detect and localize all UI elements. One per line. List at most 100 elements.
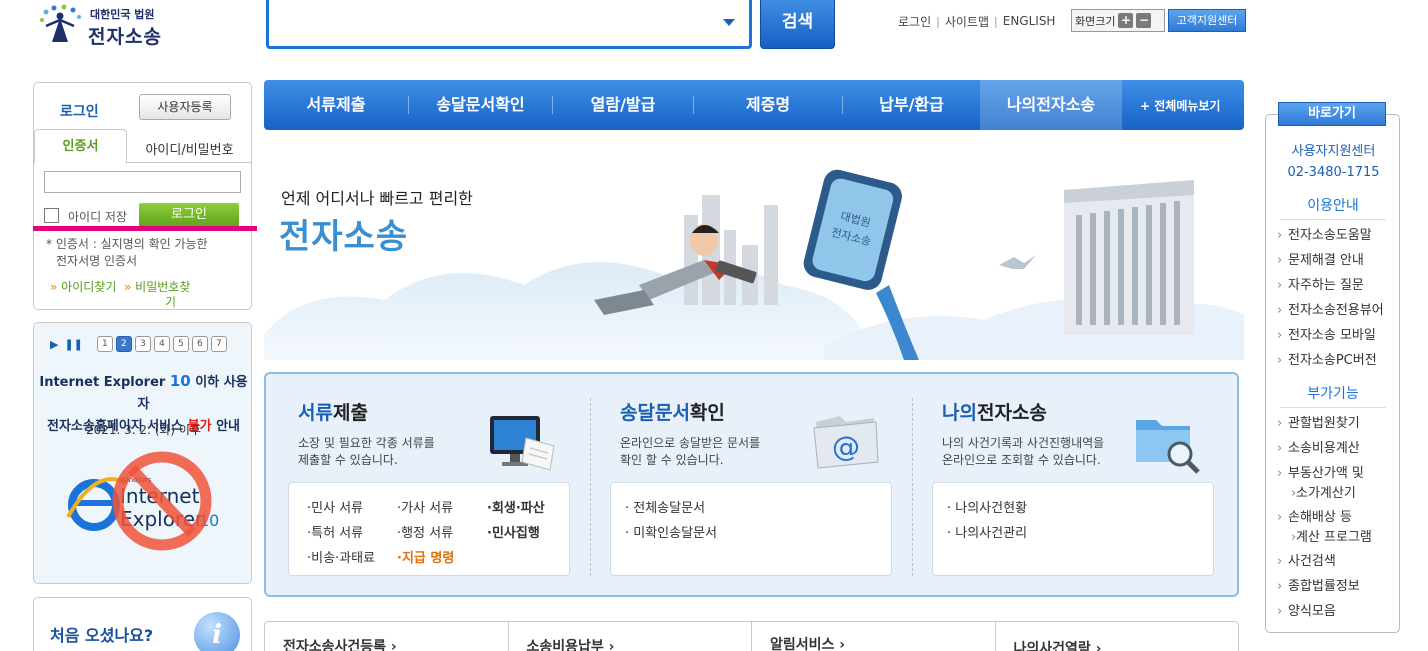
notice-controls: ▶ ❚❚ 1 2 3 4 5 6 7 bbox=[50, 336, 230, 352]
quick-links-panel: 사용자지원센터 02-3480-1715 이용안내 전자소송도움말 문제해결 안… bbox=[1265, 114, 1400, 633]
find-password-link[interactable]: 비밀번호찾 bbox=[135, 280, 190, 294]
service-title[interactable]: 나의전자소송 bbox=[942, 398, 1047, 425]
quick-link[interactable]: 손해배상 등 bbox=[1277, 509, 1352, 527]
service-title-accent: 나의 bbox=[942, 402, 977, 424]
link-civil-execution[interactable]: ·민사집행 bbox=[487, 522, 540, 541]
internet-explorer-prohibited-icon: Windows Internet Explorer 10 bbox=[66, 451, 219, 551]
all-menu-button[interactable]: + 전체메뉴보기 bbox=[1140, 97, 1220, 114]
nav-item-payment-refund[interactable]: 납부/환급 bbox=[843, 80, 980, 130]
page-button[interactable]: 7 bbox=[210, 336, 227, 352]
find-id-link[interactable]: 아이디찾기 bbox=[61, 280, 116, 294]
page-button[interactable]: 3 bbox=[134, 336, 151, 352]
quick-link[interactable]: 전자소송 모바일 bbox=[1277, 327, 1376, 345]
link-admin-docs[interactable]: ·행정 서류 bbox=[397, 522, 453, 541]
info-icon: i bbox=[194, 612, 240, 651]
certificate-note: * 인증서 : 실지명의 확인 가능한 전자서명 인증서 bbox=[46, 236, 246, 270]
nav-item-view-issue[interactable]: 열람/발급 bbox=[553, 80, 693, 130]
quick-link-cont[interactable]: 소가계산기 bbox=[1291, 485, 1356, 503]
first-visit-panel[interactable]: 처음 오셨나요? i bbox=[33, 597, 252, 651]
quick-link[interactable]: 관할법원찾기 bbox=[1277, 415, 1360, 433]
login-panel: 로그인 사용자등록 인증서 아이디/비밀번호 아이디 저장 로그인 * 인증서 … bbox=[33, 82, 252, 310]
description-line: 제출할 수 있습니다. bbox=[298, 453, 398, 467]
quick-link[interactable]: 전자소송PC버전 bbox=[1277, 352, 1377, 370]
register-button[interactable]: 사용자등록 bbox=[139, 94, 231, 120]
support-center-button[interactable]: 고객지원센터 bbox=[1168, 9, 1246, 32]
english-link[interactable]: ENGLISH bbox=[1003, 14, 1056, 28]
zoom-out-button[interactable]: − bbox=[1136, 13, 1152, 28]
nav-item-certificates[interactable]: 제증명 bbox=[694, 80, 842, 130]
logo-small-text: 대한민국 법원 bbox=[90, 8, 155, 21]
link-patent-docs[interactable]: ·특허 서류 bbox=[307, 522, 363, 541]
quick-link-cont[interactable]: 계산 프로그램 bbox=[1291, 529, 1372, 547]
nav-item-my-ecourt[interactable]: 나의전자소송 bbox=[980, 80, 1122, 130]
top-links: 로그인 | 사이트맵 | ENGLISH bbox=[898, 11, 1055, 31]
service-title[interactable]: 서류제출 bbox=[298, 398, 368, 425]
top-login-link[interactable]: 로그인 bbox=[898, 13, 931, 30]
search-input[interactable] bbox=[277, 4, 707, 44]
link-my-case-status[interactable]: · 나의사건현황 bbox=[947, 497, 1027, 516]
tab-certificate[interactable]: 인증서 bbox=[34, 129, 127, 163]
search-box bbox=[266, 0, 752, 49]
note-line: * 인증서 : 실지명의 확인 가능한 bbox=[46, 237, 208, 251]
monitor-document-icon bbox=[490, 416, 555, 471]
page-button[interactable]: 6 bbox=[191, 336, 208, 352]
shortcut-fee-payment[interactable]: 소송비용납부 › bbox=[509, 622, 752, 651]
service-link-box: · 나의사건현황 · 나의사건관리 bbox=[932, 482, 1214, 576]
quick-link[interactable]: 자주하는 질문 bbox=[1277, 277, 1364, 295]
quick-link[interactable]: 양식모음 bbox=[1277, 603, 1336, 621]
page-button[interactable]: 5 bbox=[172, 336, 189, 352]
shortcut-case-view[interactable]: 나의사건열람 › bbox=[996, 622, 1239, 651]
find-password-link-wrap[interactable]: 기 bbox=[50, 295, 250, 310]
shortcut-case-register[interactable]: 전자소송사건등록 › bbox=[265, 622, 509, 651]
save-id-label: 아이디 저장 bbox=[68, 210, 128, 224]
quick-link[interactable]: 소송비용계산 bbox=[1277, 440, 1360, 458]
save-id-checkbox[interactable] bbox=[44, 208, 59, 223]
service-panel: 서류제출 소장 및 필요한 각종 서류를 제출할 수 있습니다. ·민사 서류 … bbox=[264, 372, 1239, 597]
service-title[interactable]: 송달문서확인 bbox=[620, 398, 725, 425]
quick-link[interactable]: 전자소송도움말 bbox=[1277, 227, 1372, 245]
support-center-name[interactable]: 사용자지원센터 bbox=[1266, 141, 1401, 162]
note-line: 전자서명 인증서 bbox=[56, 254, 138, 268]
page-button[interactable]: 1 bbox=[96, 336, 113, 352]
support-center-phone: 02-3480-1715 bbox=[1287, 165, 1380, 180]
notice-banner[interactable]: ▶ ❚❚ 1 2 3 4 5 6 7 Internet Explorer 10 … bbox=[33, 322, 252, 584]
play-icon[interactable]: ▶ bbox=[50, 338, 58, 351]
notice-text: Internet Explorer bbox=[39, 375, 170, 390]
zoom-in-button[interactable]: + bbox=[1118, 13, 1134, 28]
sitemap-link[interactable]: 사이트맵 bbox=[945, 13, 989, 30]
bottom-shortcuts: 전자소송사건등록 › 소송비용납부 › 알림서비스 › 나의사건열람 › bbox=[264, 621, 1239, 651]
svg-text:@: @ bbox=[832, 430, 860, 463]
quick-link[interactable]: 문제해결 안내 bbox=[1277, 252, 1364, 270]
usage-heading: 이용안내 bbox=[1280, 195, 1386, 220]
page-button[interactable]: 4 bbox=[153, 336, 170, 352]
link-my-case-manage[interactable]: · 나의사건관리 bbox=[947, 522, 1027, 541]
nav-item-delivery-check[interactable]: 송달문서확인 bbox=[409, 80, 552, 130]
tab-id-password[interactable]: 아이디/비밀번호 bbox=[127, 139, 252, 163]
pause-icon[interactable]: ❚❚ bbox=[64, 338, 82, 351]
description-line: 소장 및 필요한 각종 서류를 bbox=[298, 436, 435, 450]
link-rehab-bankruptcy[interactable]: ·회생·파산 bbox=[487, 497, 545, 516]
search-button[interactable]: 검색 bbox=[760, 0, 835, 49]
court-logo[interactable]: 대한민국 법원 전자소송 bbox=[38, 2, 168, 48]
link-all-delivery[interactable]: · 전체송달문서 bbox=[625, 497, 705, 516]
nav-item-document-submit[interactable]: 서류제출 bbox=[264, 80, 408, 130]
quick-link[interactable]: 사건검색 bbox=[1277, 553, 1336, 571]
service-description: 나의 사건기록과 사건진행내역을 온라인으로 조회할 수 있습니다. bbox=[942, 435, 1104, 469]
link-noncontentious[interactable]: ·비송·과태료 bbox=[307, 547, 375, 566]
description-line: 확인 할 수 있습니다. bbox=[620, 453, 724, 467]
login-button[interactable]: 로그인 bbox=[139, 203, 239, 227]
logo-title: 전자소송 bbox=[88, 26, 162, 48]
link-civil-docs[interactable]: ·민사 서류 bbox=[307, 497, 363, 516]
service-submit: 서류제출 소장 및 필요한 각종 서류를 제출할 수 있습니다. ·민사 서류 … bbox=[266, 374, 588, 595]
link-family-docs[interactable]: ·가사 서류 bbox=[397, 497, 453, 516]
shortcut-notification[interactable]: 알림서비스 › bbox=[752, 622, 996, 651]
link-unconfirmed-delivery[interactable]: · 미확인송달문서 bbox=[625, 522, 717, 541]
quick-link[interactable]: 종합법률정보 bbox=[1277, 578, 1360, 596]
chevron-down-icon[interactable] bbox=[723, 19, 735, 26]
page-button-active[interactable]: 2 bbox=[115, 336, 132, 352]
link-payment-order[interactable]: ·지급 명령 bbox=[397, 547, 454, 566]
quick-link[interactable]: 부동산가액 및 bbox=[1277, 465, 1364, 483]
banner-subtitle: 언제 어디서나 빠르고 편리한 bbox=[281, 189, 473, 208]
quick-link[interactable]: 전자소송전용뷰어 bbox=[1277, 302, 1384, 320]
certificate-input[interactable] bbox=[44, 171, 241, 193]
